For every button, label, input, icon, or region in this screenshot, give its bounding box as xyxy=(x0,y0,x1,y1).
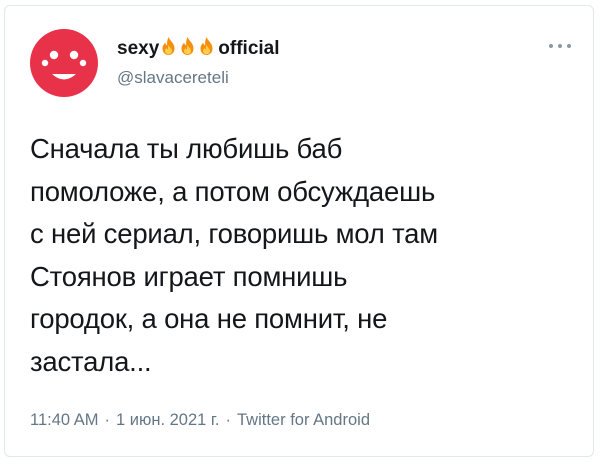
user-handle[interactable]: @slavacereteli xyxy=(117,68,573,88)
tweet-text: Сначала ты любишь баб помоложе, а потом … xyxy=(30,128,590,383)
display-name-suffix: official xyxy=(218,38,280,59)
tweet-text-line: городок, а она не помнит, не xyxy=(30,303,388,334)
fire-emoji-group xyxy=(160,36,217,56)
tweet-source[interactable]: Twitter for Android xyxy=(237,411,370,429)
fire-icon xyxy=(200,37,213,55)
tweet-meta: 11:40 AM · 1 июн. 2021 г. · Twitter for Andr… xyxy=(30,411,370,430)
fire-icon xyxy=(181,37,194,55)
tweet-text-line: с ней сериал, говоришь мол там xyxy=(30,218,438,249)
tweet-header: sexy official @slavacereteli xyxy=(117,35,573,88)
fire-icon xyxy=(162,37,175,55)
tweet-card: sexy official @slavacereteli Сначала ты … xyxy=(4,5,594,457)
display-name[interactable]: sexy official xyxy=(117,36,280,60)
tweet-text-line: помоложе, а потом обсуждаешь xyxy=(30,175,436,207)
more-dots-icon[interactable] xyxy=(547,41,573,51)
tweet-time[interactable]: 11:40 AM xyxy=(30,411,99,429)
tweet-date[interactable]: 1 июн. 2021 г. xyxy=(116,411,220,429)
meta-separator: · xyxy=(225,411,232,429)
tweet-text-line: Стоянов играет помнишь xyxy=(30,260,348,292)
tweet-text-line: застала... xyxy=(30,345,152,377)
avatar[interactable] xyxy=(30,29,98,97)
smiley-face-icon xyxy=(41,50,87,80)
tweet-text-line: Сначала ты любишь баб xyxy=(30,133,343,164)
meta-separator: · xyxy=(104,411,111,429)
display-name-row: sexy official xyxy=(117,35,573,61)
display-name-prefix: sexy xyxy=(117,38,160,59)
